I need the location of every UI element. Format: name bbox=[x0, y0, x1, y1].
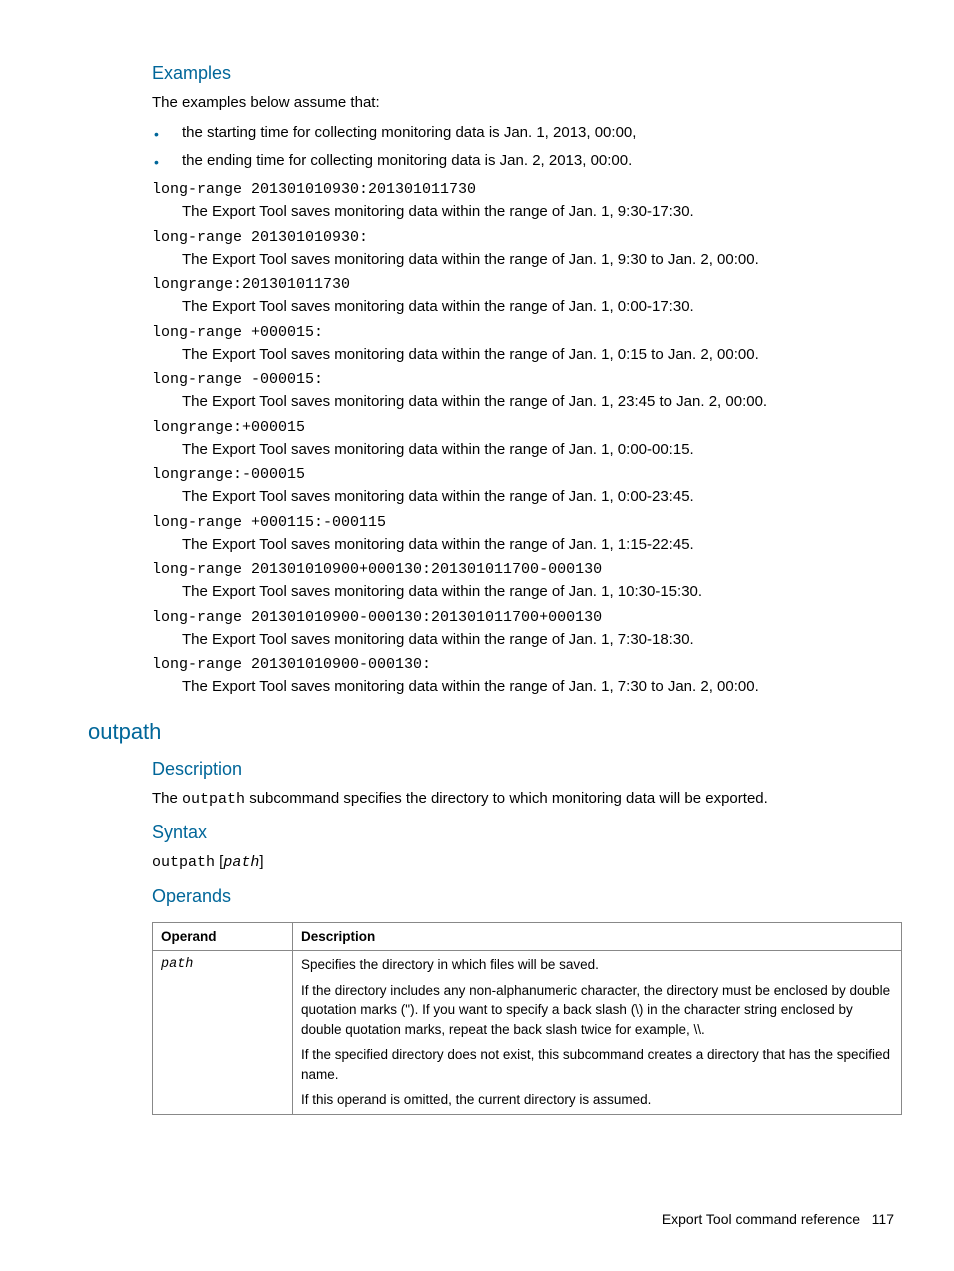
example-description: The Export Tool saves monitoring data wi… bbox=[182, 581, 906, 603]
examples-heading: Examples bbox=[152, 60, 906, 86]
page-footer: Export Tool command reference 117 bbox=[662, 1209, 894, 1229]
example-description: The Export Tool saves monitoring data wi… bbox=[182, 201, 906, 223]
example-command: longrange:+000015 bbox=[152, 417, 906, 439]
example-description: The Export Tool saves monitoring data wi… bbox=[182, 344, 906, 366]
example-description: The Export Tool saves monitoring data wi… bbox=[182, 676, 906, 698]
text-pre: The bbox=[152, 790, 182, 807]
outpath-heading: outpath bbox=[88, 716, 906, 748]
example-command: long-range 201301010900-000130: bbox=[152, 654, 906, 676]
example-command: long-range +000115:-000115 bbox=[152, 512, 906, 534]
th-operand: Operand bbox=[153, 922, 293, 951]
th-description: Description bbox=[293, 922, 902, 951]
inline-code: outpath bbox=[182, 791, 245, 808]
examples-list: long-range 201301010930:201301011730The … bbox=[88, 179, 906, 698]
operands-heading: Operands bbox=[152, 883, 906, 909]
syntax-line: outpath [path] bbox=[152, 851, 906, 874]
list-item: the ending time for collecting monitorin… bbox=[152, 150, 906, 172]
example-description: The Export Tool saves monitoring data wi… bbox=[182, 629, 906, 651]
example-description: The Export Tool saves monitoring data wi… bbox=[182, 439, 906, 461]
footer-text: Export Tool command reference bbox=[662, 1211, 860, 1227]
syntax-cmd: outpath bbox=[152, 854, 215, 871]
description-text: The outpath subcommand specifies the dir… bbox=[152, 788, 906, 811]
cell-para: Specifies the directory in which files w… bbox=[301, 955, 893, 975]
table-row: path Specifies the directory in which fi… bbox=[153, 951, 902, 1115]
example-description: The Export Tool saves monitoring data wi… bbox=[182, 534, 906, 556]
text-post: subcommand specifies the directory to wh… bbox=[245, 790, 768, 807]
cell-para: If this operand is omitted, the current … bbox=[301, 1090, 893, 1110]
description-heading: Description bbox=[152, 756, 906, 782]
cell-para: If the directory includes any non-alphan… bbox=[301, 981, 893, 1040]
cell-description: Specifies the directory in which files w… bbox=[293, 951, 902, 1115]
syntax-arg: path bbox=[223, 854, 259, 871]
example-command: long-range +000015: bbox=[152, 322, 906, 344]
example-description: The Export Tool saves monitoring data wi… bbox=[182, 296, 906, 318]
examples-assumptions: the starting time for collecting monitor… bbox=[152, 122, 906, 172]
example-command: long-range 201301010900-000130:201301011… bbox=[152, 607, 906, 629]
example-command: long-range 201301010930: bbox=[152, 227, 906, 249]
example-description: The Export Tool saves monitoring data wi… bbox=[182, 486, 906, 508]
example-command: long-range 201301010930:201301011730 bbox=[152, 179, 906, 201]
example-command: longrange:201301011730 bbox=[152, 274, 906, 296]
syntax-heading: Syntax bbox=[152, 819, 906, 845]
example-command: long-range 201301010900+000130:201301011… bbox=[152, 559, 906, 581]
syntax-close: ] bbox=[259, 853, 263, 870]
example-description: The Export Tool saves monitoring data wi… bbox=[182, 249, 906, 271]
example-command: long-range -000015: bbox=[152, 369, 906, 391]
page-number: 117 bbox=[872, 1211, 894, 1227]
examples-intro: The examples below assume that: bbox=[152, 92, 906, 114]
example-command: longrange:-000015 bbox=[152, 464, 906, 486]
cell-operand: path bbox=[153, 951, 293, 1115]
cell-para: If the specified directory does not exis… bbox=[301, 1045, 893, 1084]
list-item: the starting time for collecting monitor… bbox=[152, 122, 906, 144]
table-header-row: Operand Description bbox=[153, 922, 902, 951]
example-description: The Export Tool saves monitoring data wi… bbox=[182, 391, 906, 413]
operands-table: Operand Description path Specifies the d… bbox=[152, 922, 902, 1116]
